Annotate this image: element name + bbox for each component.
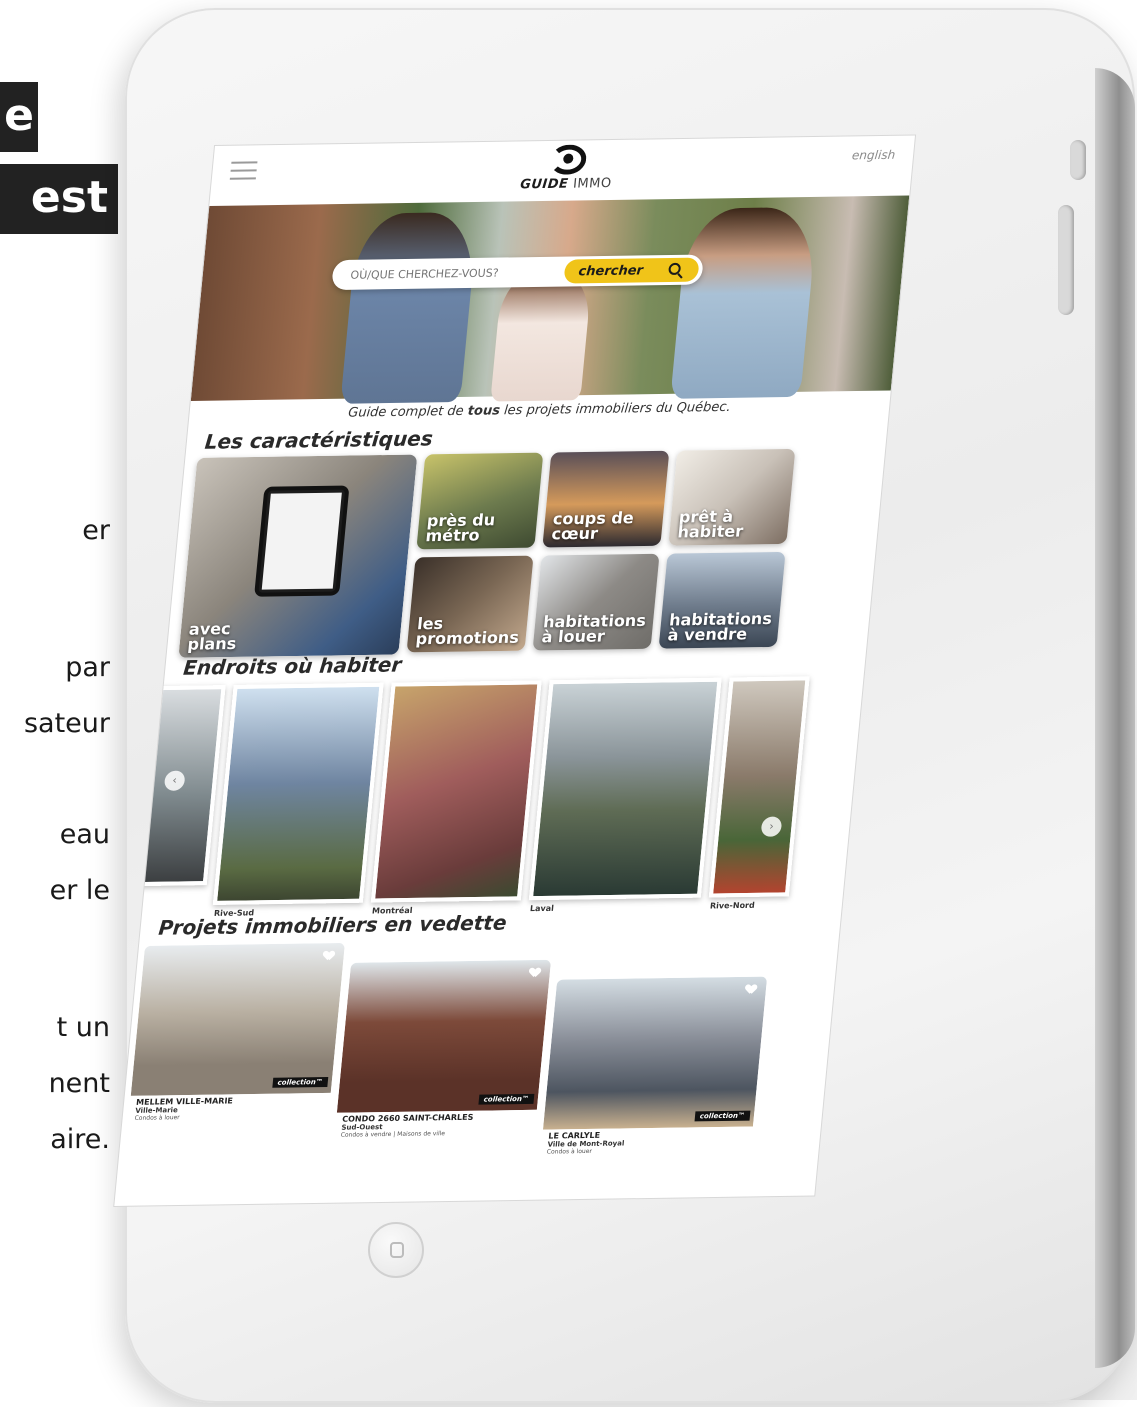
tagline-box-1: e	[0, 82, 38, 152]
side-text-line: aire.	[50, 1124, 110, 1155]
heart-icon[interactable]	[746, 985, 757, 994]
home-button-icon	[390, 1242, 404, 1258]
feature-tile-for-rent[interactable]: habitations à louer	[532, 553, 660, 651]
heart-icon[interactable]	[529, 968, 540, 977]
side-text-line: er	[82, 515, 110, 546]
home-button	[368, 1222, 424, 1278]
feature-tile-promotions[interactable]: les promotions	[406, 555, 534, 653]
tagline-box-2: est	[0, 164, 118, 234]
project-card[interactable]: collection™ LE CARLYLE Ville de Mont-Roy…	[539, 976, 768, 1170]
tile-label: près du métro	[424, 510, 497, 546]
collection-badge: collection™	[694, 1110, 751, 1122]
search-button[interactable]: chercher	[563, 257, 700, 284]
tile-label: habitations à vendre	[666, 608, 773, 645]
place-caption: Rive-Nord	[709, 900, 756, 911]
search-button-label: chercher	[577, 262, 644, 279]
place-card-montreal[interactable]	[370, 680, 542, 903]
place-card-laval[interactable]	[528, 677, 722, 901]
tile-label: habitations à louer	[540, 610, 647, 647]
side-text-line: eau	[59, 819, 110, 850]
tile-label: prêt à habiter	[676, 506, 745, 542]
tile-label: avec plans	[186, 619, 238, 654]
place-caption: Laval	[529, 903, 555, 914]
project-image	[336, 959, 552, 1113]
project-image	[130, 942, 345, 1096]
place-card-rive-sud[interactable]	[212, 682, 384, 905]
tablet-screen: GUIDE IMMO english chercher Guide comple…	[114, 135, 916, 1206]
power-button	[1070, 140, 1086, 180]
feature-tile-move-in-ready[interactable]: prêt à habiter	[668, 448, 796, 546]
collection-badge: collection™	[272, 1076, 329, 1088]
tagline-emphasis: tous	[467, 403, 501, 419]
side-text-line: par	[65, 652, 110, 683]
project-info: MELLEM VILLE-MARIE Ville-Marie Condos à …	[128, 1092, 331, 1124]
hero-banner: chercher	[190, 195, 910, 404]
side-text-line: nent	[48, 1068, 110, 1099]
feature-tile-for-sale[interactable]: habitations à vendre	[658, 551, 786, 649]
site-logo[interactable]: GUIDE IMMO	[500, 144, 635, 198]
language-link[interactable]: english	[851, 148, 895, 163]
site-header: GUIDE IMMO english	[209, 136, 915, 207]
hero-person-child	[490, 270, 593, 402]
feature-tile-metro[interactable]: près du métro	[416, 452, 544, 550]
project-type: Condos à louer	[134, 1114, 181, 1122]
feature-tile-plans[interactable]: avec plans	[178, 454, 418, 658]
project-image	[542, 976, 768, 1130]
hamburger-menu-icon[interactable]	[229, 161, 258, 181]
volume-button	[1058, 205, 1074, 315]
section-title-projects: Projets immobiliers en vedette	[157, 910, 508, 940]
project-type: Condos à vendre | Maisons de ville	[340, 1130, 446, 1139]
project-card[interactable]: collection™ MELLEM VILLE-MARIE Ville-Mar…	[127, 942, 345, 1136]
tablet-in-photo	[254, 485, 350, 597]
search-input[interactable]	[349, 263, 562, 283]
hero-person-mother	[670, 206, 819, 399]
side-text-line: t un	[56, 1012, 110, 1043]
logo-brand: GUIDE	[519, 176, 570, 193]
project-info: CONDO 2660 SAINT-CHARLES Sud-Ouest Condo…	[334, 1109, 537, 1141]
side-text-line: sateur	[23, 708, 110, 739]
place-card-rive-nord[interactable]	[708, 676, 810, 898]
project-card[interactable]: collection™ CONDO 2660 SAINT-CHARLES Sud…	[333, 959, 552, 1153]
tile-label: coups de cœur	[550, 508, 635, 544]
tile-label: les promotions	[414, 613, 520, 649]
feature-tile-favorites[interactable]: coups de cœur	[542, 450, 670, 548]
section-title-features: Les caractéristiques	[203, 426, 434, 454]
search-icon	[668, 262, 682, 276]
logo-suffix: IMMO	[572, 175, 613, 192]
collection-badge: collection™	[478, 1093, 535, 1105]
site-tagline: Guide complet de tous les projets immobi…	[347, 399, 732, 421]
heart-icon[interactable]	[323, 951, 334, 960]
section-title-places: Endroits où habiter	[182, 652, 403, 680]
search-bar: chercher	[331, 254, 704, 291]
side-text-line: er le	[49, 875, 110, 906]
project-info: LE CARLYLE Ville de Mont-Royal Condos à …	[540, 1126, 753, 1158]
guide-immo-logo-icon	[548, 144, 588, 175]
hero-person-father	[340, 211, 479, 404]
tablet-edge	[1095, 68, 1135, 1368]
